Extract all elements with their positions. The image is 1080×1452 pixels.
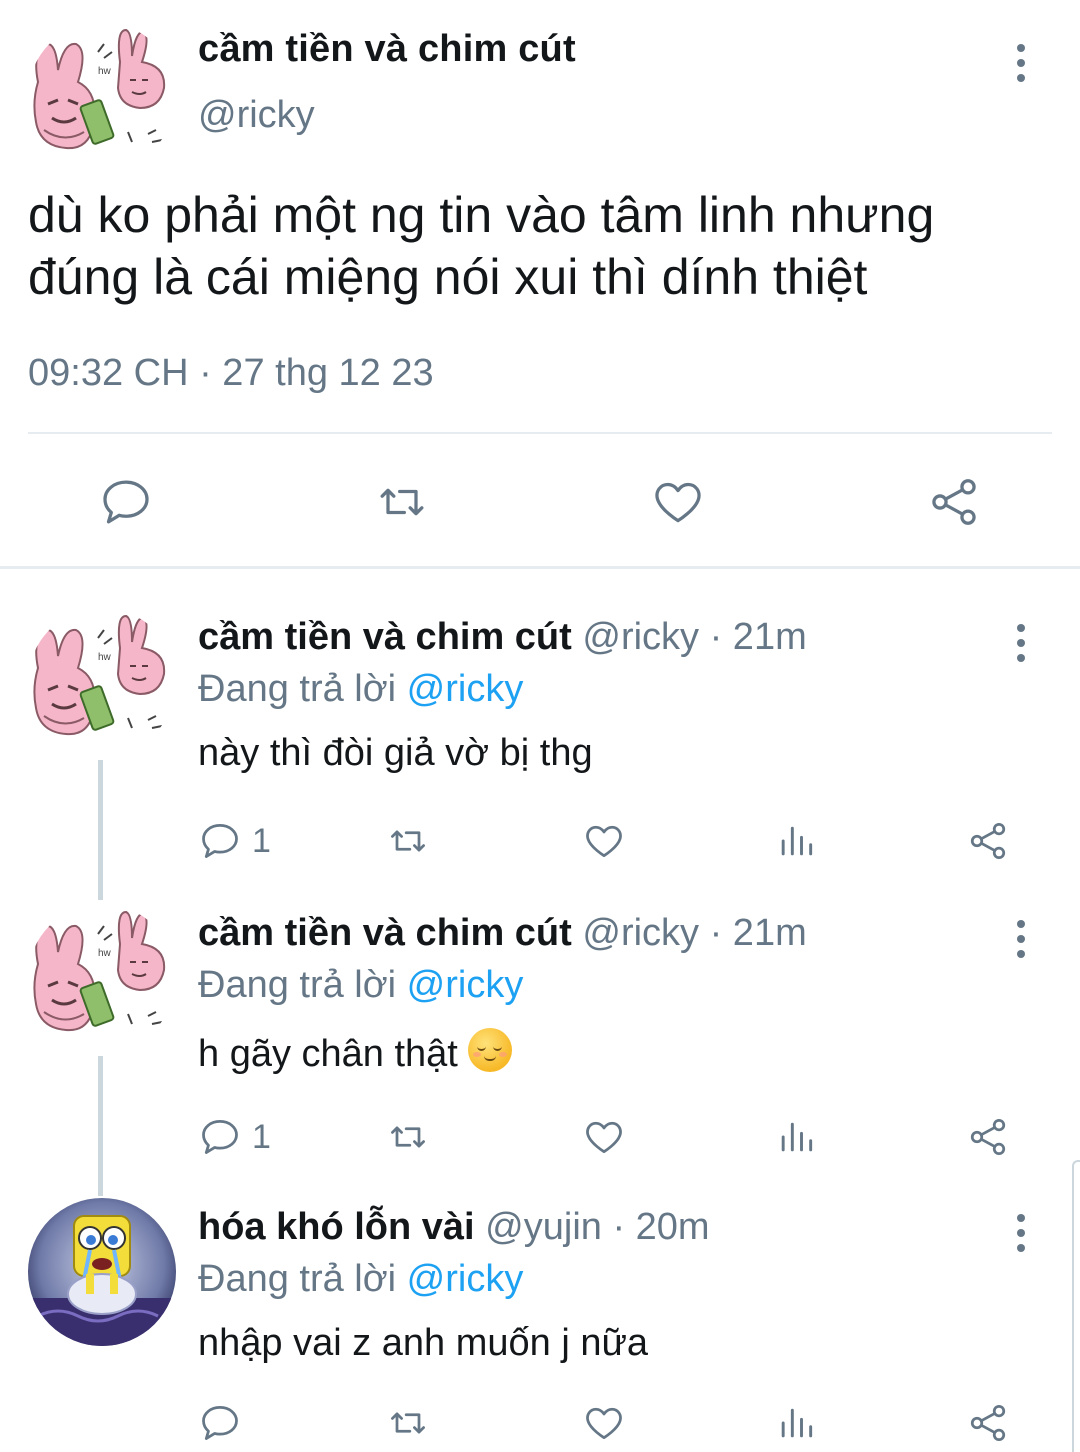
analytics-button[interactable] (774, 1398, 818, 1448)
reply-button[interactable]: 1 (198, 1112, 271, 1162)
replying-label: Đang trả lời (198, 1258, 407, 1300)
analytics-icon (781, 826, 813, 856)
tweet-timestamp: 09:32 CH · 27 thg 12 23 (28, 352, 434, 394)
share-button[interactable] (966, 1112, 1010, 1162)
retweet-icon (391, 1126, 425, 1148)
display-name[interactable]: cầm tiền và chim cút (198, 616, 572, 658)
avatar[interactable] (28, 608, 176, 756)
like-button[interactable] (582, 816, 626, 866)
avatar[interactable] (28, 904, 176, 1052)
reply-count: 1 (252, 1117, 271, 1156)
like-button[interactable] (582, 1112, 626, 1162)
relieved-face-emoji-icon (467, 1028, 512, 1072)
retweet-icon (391, 1412, 425, 1434)
replying-label: Đang trả lời (198, 668, 407, 710)
crying-spongebob-avatar-image (28, 1198, 176, 1346)
reply-tweet[interactable]: cầm tiền và chim cút @ricky · 21m Đang t… (0, 904, 1080, 1200)
reply-text: h gãy chân thật (198, 1028, 512, 1076)
reply-icon (202, 1406, 238, 1440)
more-options-icon[interactable] (1011, 920, 1031, 958)
share-icon (970, 1404, 1006, 1442)
share-button[interactable] (922, 470, 986, 534)
retweet-button[interactable] (386, 816, 430, 866)
heart-icon (586, 825, 622, 858)
share-icon (932, 479, 976, 525)
reply-text-content: h gãy chân thật (198, 1033, 458, 1075)
retweet-button[interactable] (386, 1112, 430, 1162)
share-button[interactable] (966, 816, 1010, 866)
more-options-icon[interactable] (1011, 624, 1031, 662)
reply-button[interactable]: 1 (198, 816, 271, 866)
avatar[interactable] (28, 1198, 176, 1346)
replying-to: Đang trả lời @ricky (198, 668, 523, 711)
retweet-icon (391, 830, 425, 852)
reply-button[interactable] (198, 1398, 242, 1448)
retweet-button[interactable] (370, 470, 434, 534)
replying-to: Đang trả lời @ricky (198, 964, 523, 1007)
avatar[interactable] (28, 22, 176, 170)
reply-icon (202, 824, 238, 858)
mention-link[interactable]: @ricky (407, 1258, 524, 1300)
mention-link[interactable]: @ricky (407, 964, 524, 1006)
reply-actions: 1 (198, 1112, 1018, 1162)
retweet-button[interactable] (386, 1398, 430, 1448)
share-icon (970, 1118, 1006, 1156)
reply-icon (103, 480, 149, 524)
analytics-button[interactable] (774, 816, 818, 866)
replying-label: Đang trả lời (198, 964, 407, 1006)
section-divider (0, 566, 1080, 569)
more-options-icon[interactable] (1011, 44, 1031, 82)
like-button[interactable] (646, 470, 710, 534)
replying-to: Đang trả lời @ricky (198, 1258, 523, 1301)
tweet-text: dù ko phải một ng tin vào tâm linh nhưng… (28, 187, 935, 305)
pink-rabbit-avatar-image (28, 904, 176, 1052)
display-name[interactable]: cầm tiền và chim cút (198, 912, 572, 954)
reply-actions (198, 1398, 1018, 1448)
heart-icon (586, 1407, 622, 1440)
reply-tweet[interactable]: cầm tiền và chim cút @ricky · 21m Đang t… (0, 608, 1080, 904)
scrollbar[interactable] (1072, 1160, 1080, 1452)
display-name[interactable]: cầm tiền và chim cút (198, 28, 576, 71)
analytics-icon (781, 1408, 813, 1438)
analytics-icon (781, 1122, 813, 1152)
reply-tweet[interactable]: hóa khó lỗn vài @yujin · 20m Đang trả lờ… (0, 1198, 1080, 1452)
reply-count: 1 (252, 821, 271, 860)
reply-button[interactable] (94, 470, 158, 534)
retweet-icon (380, 488, 424, 516)
divider (28, 432, 1052, 434)
mention-link[interactable]: @ricky (407, 668, 524, 710)
main-tweet: cầm tiền và chim cút @ricky dù ko phải m… (0, 0, 1080, 570)
reply-header: hóa khó lỗn vài @yujin · 20m (198, 1206, 710, 1249)
handle-and-time: @ricky · 21m (571, 616, 807, 658)
share-icon (970, 822, 1006, 860)
handle[interactable]: @ricky (198, 94, 315, 137)
reply-header: cầm tiền và chim cút @ricky · 21m (198, 616, 807, 659)
pink-rabbit-avatar-image (28, 608, 176, 756)
analytics-button[interactable] (774, 1112, 818, 1162)
display-name[interactable]: hóa khó lỗn vài (198, 1206, 475, 1248)
handle-and-time: @yujin · 20m (474, 1206, 710, 1248)
reply-text: này thì đòi giả vờ bị thg (198, 732, 593, 774)
like-button[interactable] (582, 1398, 626, 1448)
more-options-icon[interactable] (1011, 1214, 1031, 1252)
heart-icon (655, 482, 701, 523)
reply-header: cầm tiền và chim cút @ricky · 21m (198, 912, 807, 955)
reply-text: nhập vai z anh muốn j nữa (198, 1322, 649, 1364)
reply-icon (202, 1120, 238, 1154)
handle-and-time: @ricky · 21m (571, 912, 807, 954)
reply-actions: 1 (198, 816, 1018, 866)
heart-icon (586, 1121, 622, 1154)
tweet-actions (0, 470, 1080, 540)
pink-rabbit-avatar-image (28, 22, 176, 170)
share-button[interactable] (966, 1398, 1010, 1448)
